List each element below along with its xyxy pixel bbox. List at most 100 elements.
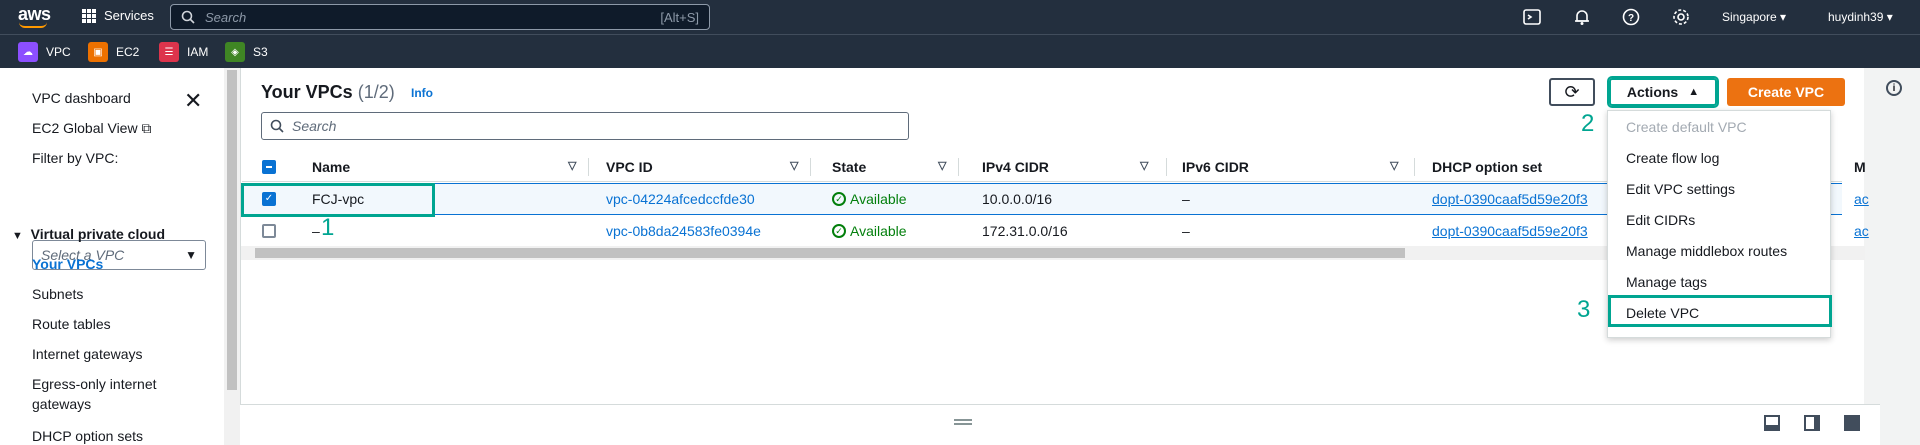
sidebar-item-your-vpcs[interactable]: Your VPCs <box>32 256 103 272</box>
m-link[interactable]: ac <box>1854 191 1869 207</box>
search-placeholder: Search <box>205 9 247 25</box>
table-row[interactable]: – vpc-0b8da24583fe0394e ✓ Available 172.3… <box>242 216 1869 248</box>
aws-logo[interactable]: aws <box>18 4 51 28</box>
scrollbar-thumb[interactable] <box>255 248 1405 258</box>
global-search-input[interactable]: Search [Alt+S] <box>170 4 710 30</box>
ec2-global-label: EC2 Global View <box>32 120 138 136</box>
vpc-name: – <box>312 223 320 239</box>
title-text: Your VPCs <box>261 82 353 102</box>
svg-text:?: ? <box>1628 13 1634 24</box>
vpc-id-link[interactable]: vpc-04224afcedccfde30 <box>606 191 755 207</box>
panel-side-icon[interactable] <box>1804 415 1820 431</box>
column-ipv6-cidr[interactable]: IPv6 CIDR <box>1182 159 1249 175</box>
menu-item-manage-tags[interactable]: Manage tags <box>1626 274 1707 290</box>
sidebar-item-internet-gateways[interactable]: Internet gateways <box>32 346 143 362</box>
column-ipv4-cidr[interactable]: IPv4 CIDR <box>982 159 1049 175</box>
sidebar-item-ec2-global-view[interactable]: EC2 Global View ⧉ <box>32 120 151 137</box>
sidebar-item-vpc-dashboard[interactable]: VPC dashboard <box>32 90 131 106</box>
s3-service-icon: ◈ <box>225 42 245 62</box>
menu-item-create-flow-log[interactable]: Create flow log <box>1626 150 1719 166</box>
sidebar-item-route-tables[interactable]: Route tables <box>32 316 111 332</box>
top-navigation: aws Services Search [Alt+S] ? Singapore … <box>0 0 1920 34</box>
ipv6-cidr: – <box>1182 191 1190 207</box>
info-panel-icon[interactable]: i <box>1886 80 1902 96</box>
row-checkbox[interactable] <box>262 224 276 238</box>
sort-icon[interactable]: ▽ <box>568 159 576 172</box>
select-all-checkbox[interactable] <box>262 160 276 174</box>
column-name[interactable]: Name <box>312 159 350 175</box>
sidebar-item-egress-only-gateways-cont[interactable]: gateways <box>32 396 91 412</box>
favorite-ec2[interactable]: ▣ EC2 <box>88 42 139 62</box>
create-vpc-button[interactable]: Create VPC <box>1727 78 1845 106</box>
page-title: Your VPCs (1/2) <box>261 82 395 103</box>
panel-bottom-icon[interactable] <box>1764 415 1780 431</box>
panel-hide-icon[interactable] <box>1844 415 1860 431</box>
ipv6-cidr: – <box>1182 223 1190 239</box>
scrollbar-thumb[interactable] <box>227 70 237 390</box>
caret-up-icon: ▲ <box>1688 86 1700 98</box>
refresh-button[interactable]: ⟳ <box>1549 78 1595 106</box>
gear-icon[interactable] <box>1671 7 1691 27</box>
favorite-iam[interactable]: ☰ IAM <box>159 42 208 62</box>
filter-by-vpc-label: Filter by VPC: <box>32 150 119 166</box>
drag-handle-icon[interactable] <box>954 419 972 425</box>
split-panel-bar <box>240 404 1880 445</box>
search-icon <box>181 10 195 24</box>
section-virtual-private-cloud[interactable]: ▼ Virtual private cloud <box>12 226 165 242</box>
sort-icon[interactable]: ▽ <box>1390 159 1398 172</box>
sort-icon[interactable]: ▽ <box>938 159 946 172</box>
column-dhcp-option-set[interactable]: DHCP option set <box>1432 159 1542 175</box>
column-state[interactable]: State <box>832 159 866 175</box>
menu-item-edit-cidrs[interactable]: Edit CIDRs <box>1626 212 1695 228</box>
m-link[interactable]: ac <box>1854 223 1869 239</box>
favorite-label: IAM <box>187 45 209 59</box>
sidebar-item-egress-only-gateways[interactable]: Egress-only internet <box>32 376 157 392</box>
table-row[interactable]: ✓ FCJ-vpc vpc-04224afcedccfde30 ✓ Availab… <box>242 183 1869 215</box>
column-divider <box>958 158 959 176</box>
dhcp-option-link[interactable]: dopt-0390caaf5d59e20f3 <box>1432 191 1588 207</box>
table-search-input[interactable]: Search <box>261 112 909 140</box>
sort-icon[interactable]: ▽ <box>790 159 798 172</box>
column-divider <box>1166 158 1167 176</box>
column-divider <box>1414 158 1415 176</box>
sort-icon[interactable]: ▽ <box>1140 159 1148 172</box>
column-vpc-id[interactable]: VPC ID <box>606 159 653 175</box>
favorite-s3[interactable]: ◈ S3 <box>225 42 268 62</box>
sidebar-scrollbar[interactable] <box>224 68 240 445</box>
actions-label: Actions <box>1626 84 1679 100</box>
region-selector[interactable]: Singapore ▾ <box>1722 10 1786 24</box>
actions-dropdown-menu: Create default VPC Create flow log Edit … <box>1607 110 1832 338</box>
info-link[interactable]: Info <box>411 86 433 100</box>
main-content: Your VPCs (1/2) Info ⟳ Actions ▲ Create V… <box>240 68 1880 445</box>
refresh-icon: ⟳ <box>1564 81 1580 102</box>
close-icon[interactable]: ✕ <box>184 88 202 114</box>
user-menu[interactable]: huydinh39 ▾ <box>1828 10 1893 24</box>
column-m[interactable]: M <box>1854 159 1866 175</box>
menu-item-edit-vpc-settings[interactable]: Edit VPC settings <box>1626 181 1735 197</box>
check-circle-icon: ✓ <box>832 192 846 206</box>
bell-icon[interactable] <box>1572 7 1592 27</box>
sidebar-item-dhcp-option-sets[interactable]: DHCP option sets <box>32 428 143 444</box>
help-icon[interactable]: ? <box>1621 7 1641 27</box>
ec2-service-icon: ▣ <box>88 42 108 62</box>
cloudshell-icon[interactable] <box>1522 7 1542 27</box>
vpc-id-link[interactable]: vpc-0b8da24583fe0394e <box>606 223 761 239</box>
actions-button[interactable]: Actions ▲ <box>1607 76 1719 108</box>
column-divider <box>588 158 589 176</box>
sidebar-item-subnets[interactable]: Subnets <box>32 286 83 302</box>
column-divider <box>810 158 811 176</box>
sidebar: VPC dashboard ✕ EC2 Global View ⧉ Filter… <box>0 68 224 445</box>
menu-item-manage-middlebox-routes[interactable]: Manage middlebox routes <box>1626 243 1787 259</box>
services-menu[interactable]: Services <box>82 8 154 23</box>
ipv4-cidr: 10.0.0.0/16 <box>982 191 1053 207</box>
dhcp-option-link[interactable]: dopt-0390caaf5d59e20f3 <box>1432 223 1588 239</box>
annotation-1: 1 <box>321 214 335 241</box>
annotation-2: 2 <box>1581 110 1595 137</box>
favorites-bar: ☁ VPC ▣ EC2 ☰ IAM ◈ S3 <box>0 34 1920 68</box>
favorite-label: S3 <box>253 45 268 59</box>
favorite-vpc[interactable]: ☁ VPC <box>18 42 71 62</box>
table-search-placeholder: Search <box>292 118 337 134</box>
menu-item-create-default-vpc: Create default VPC <box>1626 119 1747 135</box>
status-badge: ✓ Available <box>832 223 907 239</box>
status-badge: ✓ Available <box>832 191 907 207</box>
